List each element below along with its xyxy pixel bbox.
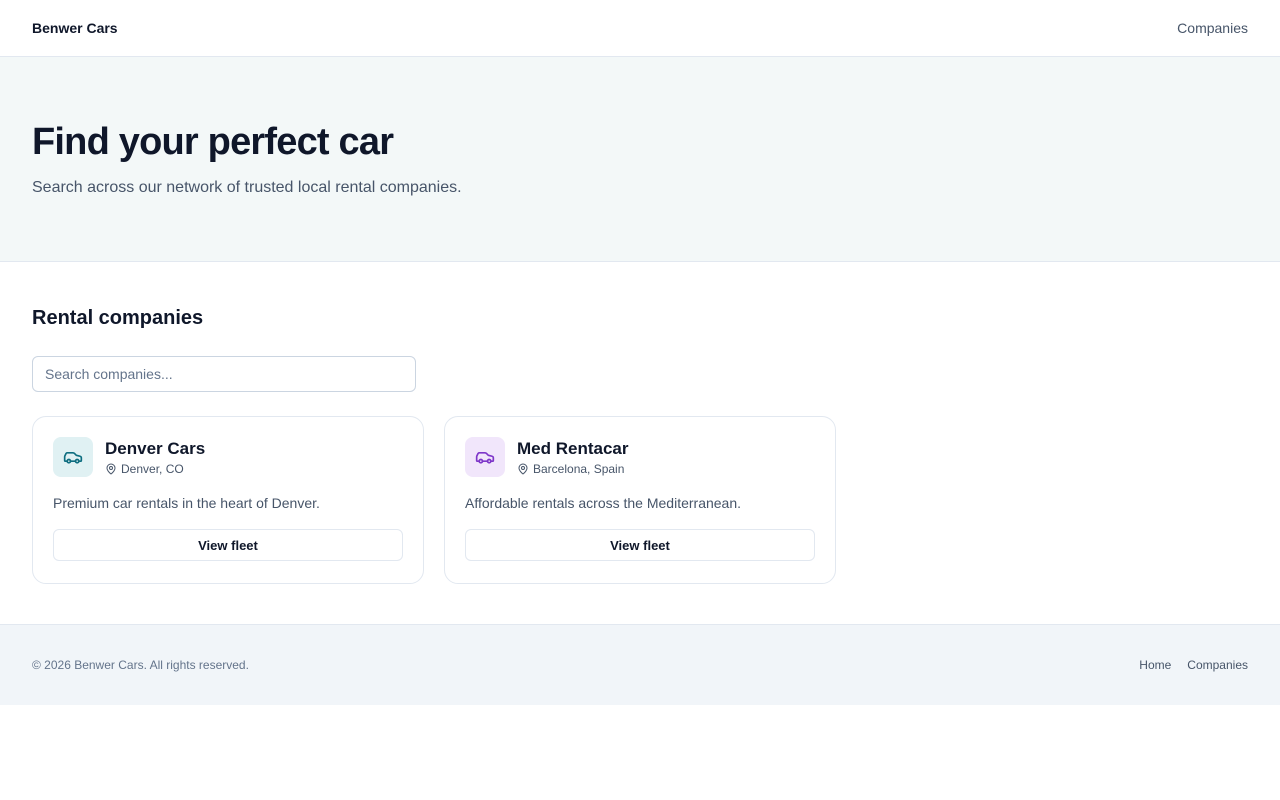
- brand-logo-link[interactable]: Benwer Cars: [32, 20, 118, 36]
- company-name: Med Rentacar: [517, 438, 629, 458]
- company-logo: [465, 437, 505, 477]
- main-content: Rental companies Denver Cars: [0, 262, 1280, 624]
- company-card: Denver Cars Denver, CO Premium car renta…: [32, 416, 424, 584]
- map-pin-icon: [518, 463, 528, 474]
- company-name: Denver Cars: [105, 438, 206, 458]
- top-navbar: Benwer Cars Companies: [0, 0, 1280, 57]
- company-logo: [53, 437, 93, 477]
- company-search-input[interactable]: [32, 356, 416, 392]
- footer: © 2026 Benwer Cars. All rights reserved.…: [0, 624, 1280, 705]
- company-location: Denver, CO: [105, 461, 205, 477]
- hero-subtitle: Search across our network of trusted loc…: [32, 179, 462, 196]
- car-icon: [63, 452, 83, 464]
- view-fleet-button[interactable]: View fleet: [53, 529, 403, 561]
- section-title: Rental companies: [32, 307, 204, 329]
- footer-companies-link[interactable]: Companies: [1187, 658, 1248, 672]
- company-card: Med Rentacar Barcelona, Spain Affordable…: [444, 416, 836, 584]
- footer-home-link[interactable]: Home: [1139, 658, 1171, 672]
- footer-nav: Home Companies: [1139, 658, 1248, 672]
- company-description: Premium car rentals in the heart of Denv…: [53, 495, 320, 511]
- company-description: Affordable rentals across the Mediterran…: [465, 495, 742, 511]
- car-icon: [475, 452, 495, 464]
- hero-title: Find your perfect car: [32, 121, 394, 163]
- map-pin-icon: [106, 463, 116, 474]
- view-fleet-button[interactable]: View fleet: [465, 529, 815, 561]
- company-location: Barcelona, Spain: [517, 461, 628, 477]
- company-location-text: Barcelona, Spain: [533, 461, 625, 476]
- hero-section: Find your perfect car Search across our …: [0, 57, 1280, 262]
- footer-copyright: © 2026 Benwer Cars. All rights reserved.: [32, 658, 249, 672]
- company-grid: Denver Cars Denver, CO Premium car renta…: [32, 416, 1248, 584]
- nav-companies-link[interactable]: Companies: [1177, 20, 1248, 36]
- company-location-text: Denver, CO: [121, 461, 184, 476]
